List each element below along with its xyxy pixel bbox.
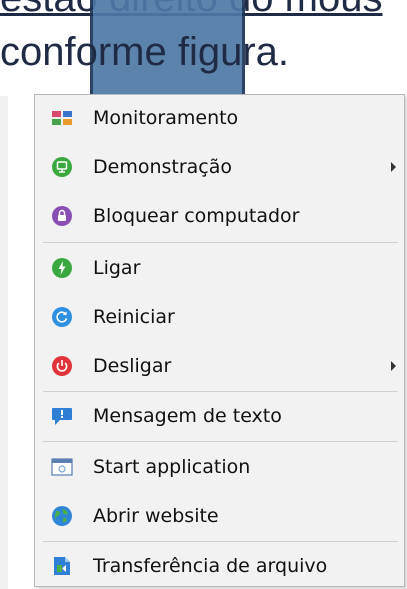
menu-item-label: Bloquear computador bbox=[93, 205, 300, 227]
menu-item-label: Monitoramento bbox=[93, 107, 239, 129]
menu-separator bbox=[43, 242, 398, 243]
menu-item-desligar[interactable]: Desligar bbox=[35, 344, 404, 388]
application-window-icon bbox=[51, 458, 73, 476]
message-icon bbox=[52, 408, 72, 425]
power-off-icon bbox=[52, 356, 72, 376]
globe-icon bbox=[52, 506, 72, 526]
menu-separator bbox=[43, 541, 398, 542]
lock-icon bbox=[52, 206, 72, 226]
menu-item-label: Mensagem de texto bbox=[93, 405, 282, 427]
file-transfer-icon bbox=[54, 557, 70, 575]
menu-item-abrir-website[interactable]: Abrir website bbox=[35, 494, 404, 538]
submenu-arrow-icon bbox=[391, 162, 396, 172]
menu-item-label: Ligar bbox=[93, 257, 141, 279]
demonstration-icon bbox=[52, 157, 72, 177]
menu-item-label: Desligar bbox=[93, 355, 172, 377]
menu-item-bloquear-computador[interactable]: Bloquear computador bbox=[35, 194, 404, 238]
menu-item-transferencia-de-arquivo[interactable]: Transferência de arquivo bbox=[35, 544, 404, 588]
menu-item-label: Start application bbox=[93, 456, 251, 478]
context-menu: Monitoramento Demonstração Bloquear comp… bbox=[34, 94, 405, 587]
menu-item-label: Abrir website bbox=[93, 505, 219, 527]
monitoring-grid-icon bbox=[52, 111, 72, 125]
restart-icon bbox=[52, 307, 72, 327]
menu-item-label: Transferência de arquivo bbox=[93, 555, 328, 577]
menu-item-demonstracao[interactable]: Demonstração bbox=[35, 145, 404, 189]
menu-item-label: Reiniciar bbox=[93, 306, 175, 328]
window-edge bbox=[0, 96, 8, 589]
menu-separator bbox=[43, 441, 398, 442]
menu-item-reiniciar[interactable]: Reiniciar bbox=[35, 295, 404, 339]
menu-separator bbox=[43, 391, 398, 392]
menu-item-label: Demonstração bbox=[93, 156, 233, 178]
menu-item-mensagem-de-texto[interactable]: Mensagem de texto bbox=[35, 394, 404, 438]
submenu-arrow-icon bbox=[391, 361, 396, 371]
background-text-line-2: conforme figura. bbox=[0, 30, 290, 74]
menu-item-ligar[interactable]: Ligar bbox=[35, 246, 404, 290]
menu-item-start-application[interactable]: Start application bbox=[35, 445, 404, 489]
menu-item-monitoramento[interactable]: Monitoramento bbox=[35, 96, 404, 140]
power-on-icon bbox=[52, 258, 72, 278]
